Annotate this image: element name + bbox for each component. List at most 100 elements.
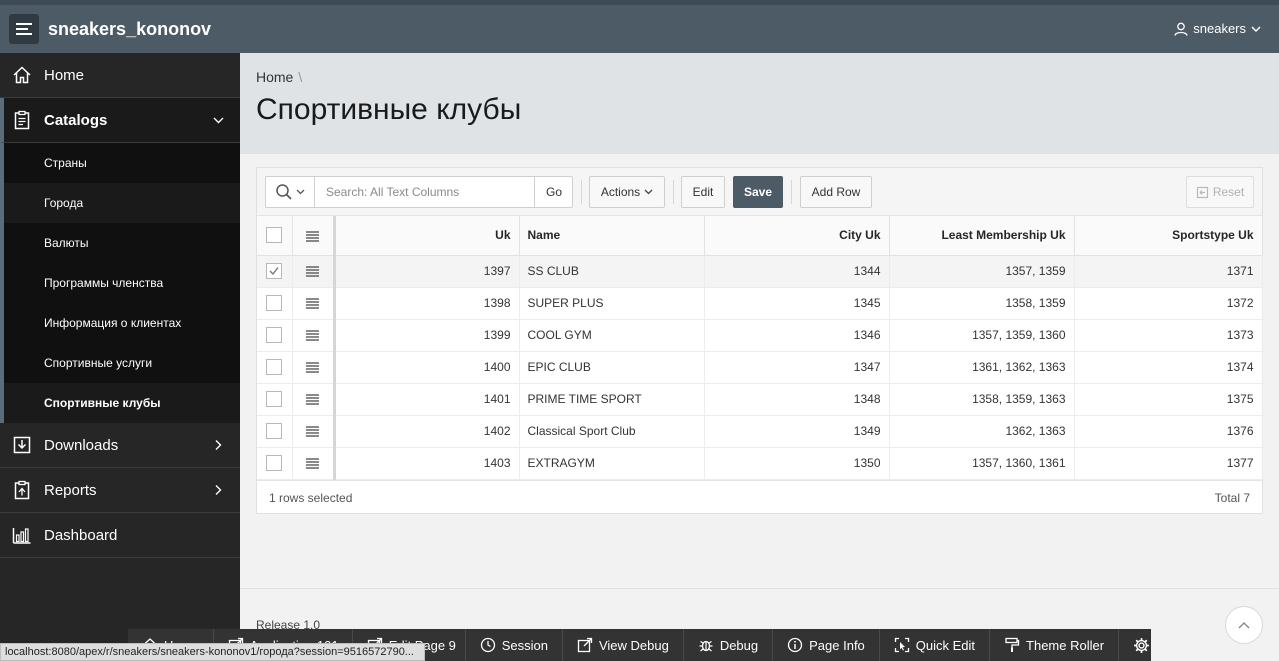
- sidebar-item-membership-programs[interactable]: Программы членства: [4, 263, 240, 303]
- cell-uk[interactable]: 1403: [334, 447, 520, 480]
- table-row[interactable]: 1400 EPIC CLUB 1347 1361, 1362, 1363 1374: [257, 351, 1263, 384]
- cell-sportstype-uk[interactable]: 1376: [1074, 415, 1263, 448]
- user-menu[interactable]: sneakers: [1174, 21, 1261, 36]
- row-select-checkbox[interactable]: [266, 423, 283, 439]
- cell-uk[interactable]: 1402: [334, 415, 520, 448]
- sidebar-item-downloads[interactable]: Downloads: [0, 423, 240, 468]
- cell-least-membership-uk[interactable]: 1357, 1359, 1360: [889, 319, 1075, 352]
- cell-city-uk[interactable]: 1344: [704, 255, 890, 288]
- cell-sportstype-uk[interactable]: 1373: [1074, 319, 1263, 352]
- cell-uk[interactable]: 1401: [334, 383, 520, 416]
- menu-toggle-button[interactable]: [9, 14, 39, 44]
- cell-sportstype-uk[interactable]: 1377: [1074, 447, 1263, 480]
- cell-name[interactable]: Classical Sport Club: [519, 415, 705, 448]
- cell-uk[interactable]: 1397: [334, 255, 520, 288]
- cell-sportstype-uk[interactable]: 1371: [1074, 255, 1263, 288]
- sidebar-item-sport-clubs[interactable]: Спортивные клубы: [4, 383, 240, 423]
- search-input[interactable]: [316, 177, 534, 207]
- cell-least-membership-uk[interactable]: 1362, 1363: [889, 415, 1075, 448]
- cell-least-membership-uk[interactable]: 1357, 1359: [889, 255, 1075, 288]
- sidebar-item-reports[interactable]: Reports: [0, 468, 240, 513]
- reset-button[interactable]: Reset: [1186, 176, 1254, 208]
- sidebar-item-sport-services[interactable]: Спортивные услуги: [4, 343, 240, 383]
- dev-settings-button[interactable]: [1119, 629, 1164, 661]
- dev-session-button[interactable]: Session: [466, 629, 563, 661]
- cell-city-uk[interactable]: 1345: [704, 287, 890, 320]
- cell-city-uk[interactable]: 1348: [704, 383, 890, 416]
- row-select-checkbox[interactable]: [266, 455, 283, 471]
- cell-city-uk[interactable]: 1349: [704, 415, 890, 448]
- sidebar-item-dashboard[interactable]: Dashboard: [0, 513, 240, 558]
- save-button[interactable]: Save: [733, 176, 783, 208]
- sidebar-item-catalogs[interactable]: Catalogs: [0, 98, 240, 143]
- row-select-checkbox[interactable]: [266, 327, 283, 343]
- actions-button[interactable]: Actions: [589, 176, 665, 208]
- cell-uk[interactable]: 1398: [334, 287, 520, 320]
- cell-city-uk[interactable]: 1346: [704, 319, 890, 352]
- table-row[interactable]: 1403 EXTRAGYM 1350 1357, 1360, 1361 1377: [257, 447, 1263, 480]
- cell-name[interactable]: EPIC CLUB: [519, 351, 705, 384]
- cell-uk[interactable]: 1399: [334, 319, 520, 352]
- column-header-least-membership-uk[interactable]: Least Membership Uk: [889, 216, 1075, 256]
- select-all-checkbox[interactable]: [266, 227, 283, 244]
- cell-name[interactable]: SUPER PLUS: [519, 287, 705, 320]
- column-header-sportstype-uk[interactable]: Sportstype Uk: [1074, 216, 1263, 256]
- row-actions-cell[interactable]: [292, 319, 336, 352]
- row-actions-cell[interactable]: [292, 351, 336, 384]
- grid-toolbar: Go Actions Edit Save Add Row Reset: [257, 168, 1262, 216]
- row-select-checkbox[interactable]: [266, 263, 283, 279]
- table-row[interactable]: 1399 COOL GYM 1346 1357, 1359, 1360 1373: [257, 319, 1263, 352]
- cell-least-membership-uk[interactable]: 1358, 1359: [889, 287, 1075, 320]
- cell-city-uk[interactable]: 1350: [704, 447, 890, 480]
- column-header-city-uk[interactable]: City Uk: [704, 216, 890, 256]
- row-select-cell: [257, 351, 293, 384]
- cell-name[interactable]: PRIME TIME SPORT: [519, 383, 705, 416]
- dev-page-info-button[interactable]: Page Info: [773, 629, 880, 661]
- cell-sportstype-uk[interactable]: 1375: [1074, 383, 1263, 416]
- dev-session-label: Session: [501, 637, 548, 653]
- go-button[interactable]: Go: [534, 177, 573, 207]
- row-actions-cell[interactable]: [292, 287, 336, 320]
- cell-name[interactable]: COOL GYM: [519, 319, 705, 352]
- cell-sportstype-uk[interactable]: 1374: [1074, 351, 1263, 384]
- table-row[interactable]: 1402 Classical Sport Club 1349 1362, 1363 13…: [257, 415, 1263, 448]
- add-row-button[interactable]: Add Row: [800, 176, 872, 208]
- row-actions-cell[interactable]: [292, 415, 336, 448]
- row-select-checkbox[interactable]: [266, 359, 283, 375]
- breadcrumb-home-link[interactable]: Home: [256, 69, 293, 85]
- hamburger-icon: [306, 458, 319, 469]
- row-actions-cell[interactable]: [292, 255, 336, 288]
- column-header-uk[interactable]: Uk: [334, 216, 520, 256]
- sidebar-item-client-info[interactable]: Информация о клиентах: [4, 303, 240, 343]
- dev-quick-edit-button[interactable]: Quick Edit: [880, 629, 991, 661]
- search-column-selector[interactable]: [266, 177, 315, 207]
- sidebar-item-countries[interactable]: Страны: [4, 143, 240, 183]
- table-row[interactable]: 1398 SUPER PLUS 1345 1358, 1359 1372: [257, 287, 1263, 320]
- chevron-down-icon: [296, 189, 305, 195]
- scroll-to-top-button[interactable]: [1225, 606, 1263, 644]
- cell-name[interactable]: EXTRAGYM: [519, 447, 705, 480]
- column-header-name[interactable]: Name: [519, 216, 705, 256]
- sidebar-item-cities[interactable]: Города: [4, 183, 240, 223]
- dev-theme-roller-button[interactable]: Theme Roller: [990, 629, 1120, 661]
- sidebar-item-home[interactable]: Home: [0, 53, 240, 98]
- cell-uk[interactable]: 1400: [334, 351, 520, 384]
- cell-sportstype-uk[interactable]: 1372: [1074, 287, 1263, 320]
- cell-least-membership-uk[interactable]: 1361, 1362, 1363: [889, 351, 1075, 384]
- table-row[interactable]: 1401 PRIME TIME SPORT 1348 1358, 1359, 1363…: [257, 383, 1263, 416]
- row-actions-cell[interactable]: [292, 447, 336, 480]
- cell-least-membership-uk[interactable]: 1357, 1360, 1361: [889, 447, 1075, 480]
- cell-city-uk[interactable]: 1347: [704, 351, 890, 384]
- edit-button[interactable]: Edit: [681, 176, 725, 208]
- app-title[interactable]: sneakers_kononov: [48, 19, 211, 40]
- dev-view-debug-button[interactable]: View Debug: [563, 629, 684, 661]
- row-select-checkbox[interactable]: [266, 295, 283, 311]
- cell-name[interactable]: SS CLUB: [519, 255, 705, 288]
- row-select-checkbox[interactable]: [266, 391, 283, 407]
- row-actions-header[interactable]: [292, 216, 336, 256]
- row-actions-cell[interactable]: [292, 383, 336, 416]
- table-row[interactable]: 1397 SS CLUB 1344 1357, 1359 1371: [257, 255, 1263, 288]
- cell-least-membership-uk[interactable]: 1358, 1359, 1363: [889, 383, 1075, 416]
- sidebar-item-currencies[interactable]: Валюты: [4, 223, 240, 263]
- dev-debug-button[interactable]: Debug: [684, 629, 774, 661]
